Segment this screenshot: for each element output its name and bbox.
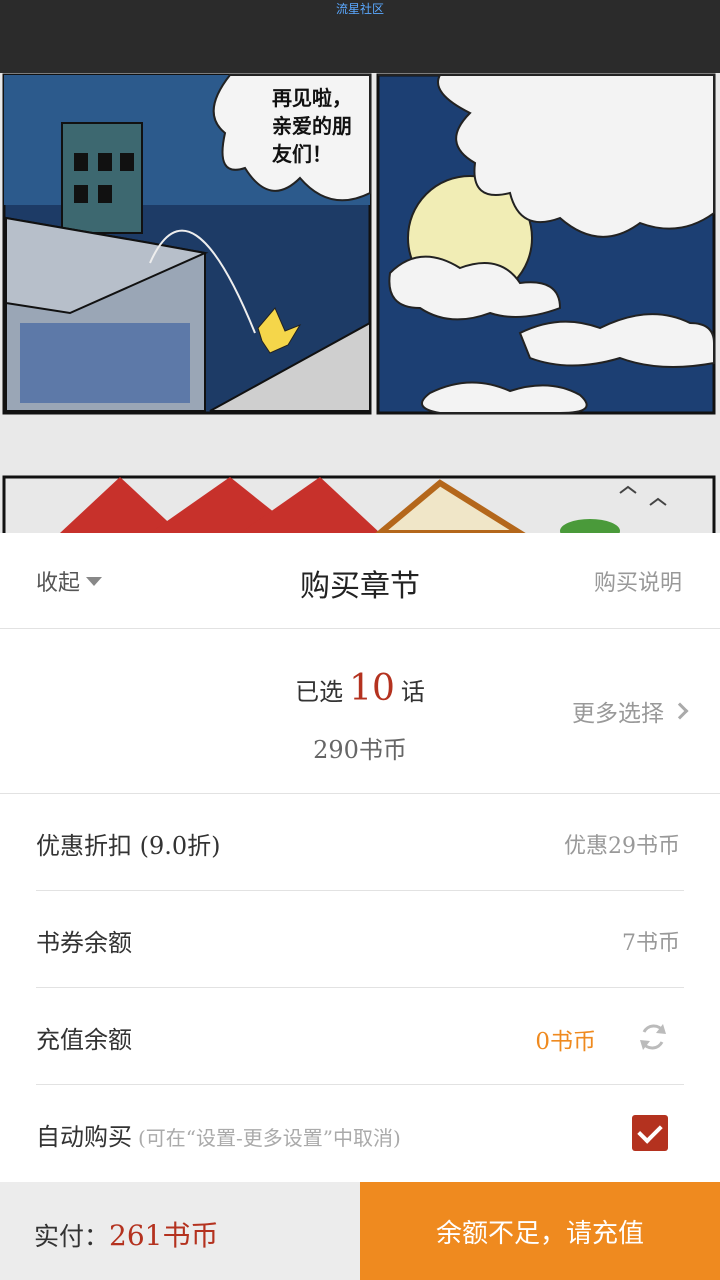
pay-label: 实付：: [34, 1222, 110, 1251]
recharge-balance-value: 0书币: [535, 1029, 596, 1055]
recharge-balance-label: 充值余额: [36, 1026, 132, 1054]
speech-line-2: 亲爱的朋: [272, 114, 352, 138]
auto-buy-hint: (可在“设置-更多设置”中取消): [138, 1126, 401, 1150]
voucher-value: 7书币: [622, 931, 680, 956]
collapse-label: 收起: [36, 571, 81, 596]
voucher-row: 书券余额 7书币: [36, 891, 684, 988]
recharge-balance-row: 充值余额 0书币: [36, 988, 684, 1085]
footer-bar: 实付：261书币 余额不足，请充值: [0, 1182, 720, 1280]
sheet-header: 收起 购买章节 购买说明: [0, 533, 720, 629]
recharge-button[interactable]: 余额不足，请充值: [360, 1182, 720, 1280]
comic-illustration: 再见啦， 亲爱的朋 友们！: [2, 73, 716, 533]
auto-buy-label-group: 自动购买 (可在“设置-更多设置”中取消): [36, 1117, 401, 1152]
selected-suffix: 话: [400, 678, 425, 706]
auto-buy-label: 自动购买: [36, 1123, 132, 1151]
auto-buy-row: 自动购买 (可在“设置-更多设置”中取消): [36, 1085, 684, 1182]
payment-label-group: 实付：261书币: [34, 1214, 218, 1254]
discount-row: 优惠折扣 (9.0折) 优惠29书币: [36, 794, 684, 891]
top-bar: 流星社区: [0, 0, 720, 73]
app-title: 流星社区: [335, 2, 384, 16]
speech-line-1: 再见啦，: [272, 86, 352, 110]
payment-summary: 实付：261书币: [0, 1182, 360, 1280]
selected-prefix: 已选: [295, 678, 344, 706]
discount-value: 优惠29书币: [564, 834, 680, 859]
chevron-right-icon: [671, 702, 689, 720]
caret-down-icon: [86, 576, 103, 586]
selected-count: 10: [349, 668, 395, 709]
selected-price: 290书币: [313, 736, 407, 764]
auto-buy-checkbox[interactable]: [632, 1115, 668, 1151]
pay-amount: 261书币: [109, 1219, 219, 1252]
more-selection-label: 更多选择: [572, 701, 664, 727]
more-selection-button[interactable]: 更多选择: [572, 694, 689, 728]
purchase-sheet: 收起 购买章节 购买说明 已选 10 话 290书币 更多选择 优惠折扣 (9.0折…: [0, 533, 720, 1280]
refresh-icon[interactable]: [636, 1020, 670, 1054]
speech-line-3: 友们！: [272, 142, 332, 166]
chapter-selection: 已选 10 话 290书币 更多选择: [0, 630, 720, 794]
voucher-label: 书券余额: [36, 929, 132, 957]
comic-page[interactable]: 再见啦， 亲爱的朋 友们！: [0, 73, 720, 533]
discount-label: 优惠折扣 (9.0折): [36, 832, 221, 860]
purchase-help-link[interactable]: 购买说明: [594, 565, 682, 597]
collapse-button[interactable]: 收起: [36, 563, 103, 599]
